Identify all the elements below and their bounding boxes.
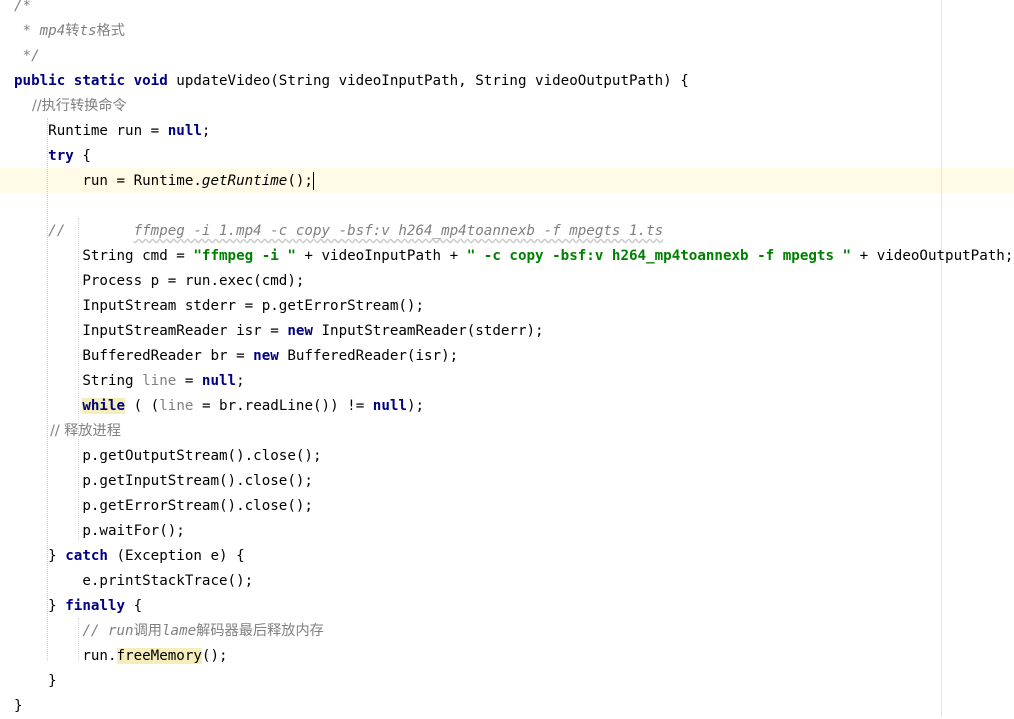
code-line-close-method[interactable]: } [14, 694, 23, 719]
code-line[interactable]: p.getOutputStream().close(); [14, 444, 321, 469]
code-line[interactable]: Process p = run.exec(cmd); [14, 269, 304, 294]
code-line-while[interactable]: while ( (line = br.readLine()) != null); [14, 394, 424, 419]
code-line[interactable]: InputStream stderr = p.getErrorStream(); [14, 294, 424, 319]
code-line-finally[interactable]: } finally { [14, 594, 142, 619]
code-line[interactable]: p.getErrorStream().close(); [14, 494, 313, 519]
right-margin-guide [941, 0, 942, 717]
code-line-comment-open[interactable]: /* [14, 0, 31, 19]
code-line[interactable]: e.printStackTrace(); [14, 569, 253, 594]
code-line[interactable]: InputStreamReader isr = new InputStreamR… [14, 319, 543, 344]
code-line[interactable]: Runtime run = null; [14, 119, 210, 144]
code-line-current[interactable]: run = Runtime.getRuntime(); [14, 169, 314, 194]
code-line[interactable]: run.freeMemory(); [14, 644, 228, 669]
code-line[interactable]: String line = null; [14, 369, 244, 394]
code-line[interactable]: p.waitFor(); [14, 519, 185, 544]
text-caret [312, 172, 314, 190]
code-line-comment-text[interactable]: * mp4转ts格式 [14, 19, 125, 44]
code-line[interactable]: String cmd = "ffmpeg -i " + videoInputPa… [14, 244, 1013, 269]
code-line-comment-close[interactable]: */ [14, 44, 40, 69]
code-line-comment[interactable]: // run调用lame解码器最后释放内存 [14, 619, 324, 644]
code-line-method-signature[interactable]: public static void updateVideo(String vi… [14, 69, 689, 94]
code-editor[interactable]: /* * mp4转ts格式 */ public static void upda… [0, 0, 1014, 717]
code-line-close-block[interactable]: } [14, 669, 57, 694]
code-line-try[interactable]: try { [14, 144, 91, 169]
code-line[interactable]: p.getInputStream().close(); [14, 469, 313, 494]
code-line-catch[interactable]: } catch (Exception e) { [14, 544, 244, 569]
code-line[interactable]: BufferedReader br = new BufferedReader(i… [14, 344, 458, 369]
code-line-comment[interactable]: // ffmpeg -i 1.mp4 -c copy -bsf:v h264_m… [14, 219, 663, 244]
code-line-comment[interactable]: //执行转换命令 [14, 94, 127, 119]
code-line-comment[interactable]: // 释放进程 [14, 419, 121, 444]
